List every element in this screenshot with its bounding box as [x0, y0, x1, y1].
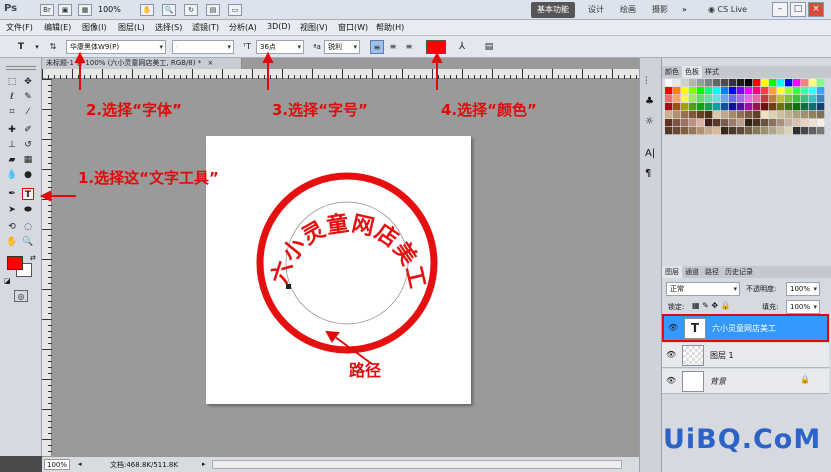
arrow-tool-head: [39, 190, 51, 202]
arrow-font-head: [74, 51, 86, 63]
status-scroll-left-icon[interactable]: ◂: [78, 460, 82, 468]
annotation-step2: 2.选择“字体”: [86, 101, 182, 119]
tab-layers[interactable]: 图层: [662, 266, 682, 278]
fill-field[interactable]: 100%: [786, 300, 820, 314]
status-doc-info[interactable]: 文档:468.8K/511.8K: [110, 460, 178, 470]
watermark-logo: UiBQ.CoM: [663, 424, 822, 455]
paragraph-panel-icon[interactable]: ¶: [645, 168, 651, 179]
history-panel-icon[interactable]: ⫶: [645, 76, 648, 87]
lock-icons[interactable]: ▦ ✎ ✥ 🔒: [692, 301, 731, 310]
tab-channels[interactable]: 通道: [682, 266, 702, 278]
visibility-eye-icon[interactable]: 👁: [668, 324, 678, 332]
panel-icon-strip: ⫶ ♣ ☼ A| ¶: [639, 58, 661, 472]
blend-mode-select[interactable]: 正常: [666, 282, 740, 296]
transparent-layer-thumb: [682, 345, 704, 366]
opacity-field[interactable]: 100%: [786, 282, 820, 296]
visibility-eye-icon[interactable]: 👁: [666, 377, 676, 385]
opacity-label: 不透明度:: [746, 285, 777, 293]
visibility-eye-icon[interactable]: 👁: [666, 351, 676, 359]
arrow-size-head: [262, 51, 274, 63]
status-menu-icon[interactable]: ▸: [202, 460, 206, 468]
annotation-step4: 4.选择“颜色”: [441, 101, 537, 119]
character-panel-icon-side[interactable]: A|: [645, 148, 655, 159]
lock-label: 锁定:: [668, 303, 685, 311]
arrow-color-head: [431, 51, 443, 63]
annotation-step1: 1.选择这“文字工具”: [78, 169, 219, 187]
annotation-step3: 3.选择“字号”: [272, 101, 368, 119]
annotation-path-label: 路径: [349, 361, 382, 380]
actions-panel-icon[interactable]: ♣: [645, 96, 654, 107]
swatch-tabs: 颜色 色板 样式: [662, 66, 831, 78]
text-layer-thumb-icon: T: [684, 318, 706, 339]
tab-styles[interactable]: 样式: [702, 66, 722, 78]
status-zoom-field[interactable]: 100%: [44, 459, 70, 470]
arrow-path-head: [325, 330, 340, 343]
swatch-grid[interactable]: [665, 79, 827, 135]
tab-color[interactable]: 颜色: [662, 66, 682, 78]
status-bar: 100% ◂ 文档:468.8K/511.8K ▸: [42, 456, 639, 472]
adjustments-panel-icon[interactable]: ☼: [645, 116, 654, 127]
fill-label: 填充:: [762, 303, 779, 311]
layer-name: 背景: [710, 377, 726, 386]
tab-history[interactable]: 历史记录: [722, 266, 756, 278]
layer-row-background[interactable]: 👁 背景 🔒: [662, 369, 829, 394]
layers-tabs: 图层 通道 路径 历史记录: [662, 266, 831, 278]
background-layer-thumb: [682, 371, 704, 392]
layer-name: 六小灵童网店美工: [712, 324, 776, 333]
tab-paths[interactable]: 路径: [702, 266, 722, 278]
horizontal-scrollbar[interactable]: [212, 460, 622, 469]
layer-name: 图层 1: [710, 351, 734, 360]
layer-row-text[interactable]: 👁 T 六小灵童网店美工: [662, 314, 829, 342]
lock-icon: 🔒: [800, 375, 810, 384]
tab-swatches[interactable]: 色板: [682, 66, 702, 78]
layer-row-layer1[interactable]: 👁 图层 1: [662, 343, 829, 368]
